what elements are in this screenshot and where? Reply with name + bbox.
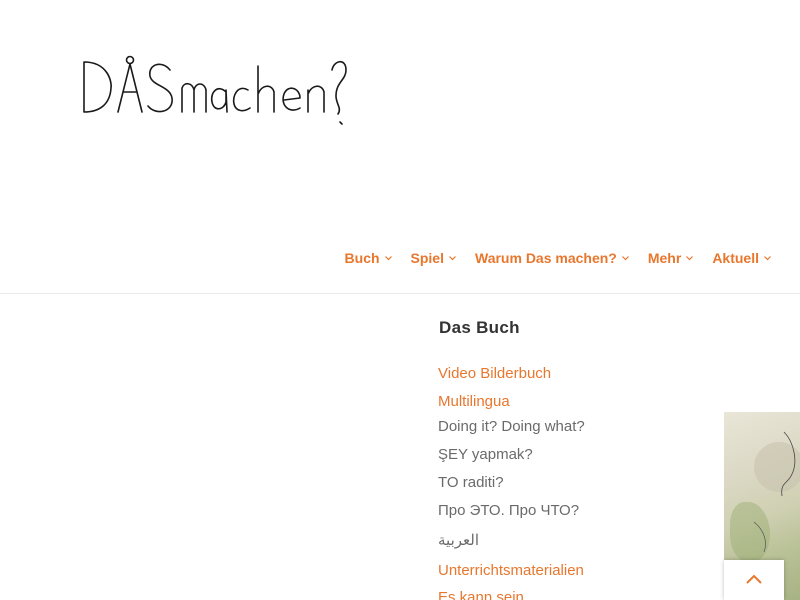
- nav-item-label: Buch: [344, 250, 380, 266]
- nav-item-label: Aktuell: [712, 250, 759, 266]
- nav-item-warum[interactable]: Warum Das machen?: [475, 248, 629, 268]
- chevron-down-icon: [621, 255, 629, 261]
- chevron-down-icon: [384, 255, 392, 261]
- widget-title: Das Buch: [439, 318, 520, 337]
- logo-handwriting: [83, 55, 347, 125]
- site-logo[interactable]: [78, 52, 350, 128]
- sidebar-widget: Das Buch: [438, 318, 738, 338]
- nav-item-spiel[interactable]: Spiel: [410, 248, 456, 268]
- nav-item-label: Mehr: [647, 250, 682, 266]
- link-es-kann-sein[interactable]: Es kann sein: [438, 589, 524, 600]
- chevron-down-icon: [686, 255, 694, 261]
- link-arabic[interactable]: العربية: [438, 531, 479, 549]
- nav-item-aktuell[interactable]: Aktuell: [712, 248, 771, 268]
- chevron-down-icon: [449, 255, 456, 261]
- link-multilingua[interactable]: Multilingua: [438, 393, 510, 410]
- chevron-up-icon: [746, 571, 762, 589]
- header-divider: [0, 293, 800, 294]
- link-video-bilderbuch[interactable]: Video Bilderbuch: [438, 365, 551, 382]
- nav-item-label: Spiel: [410, 250, 444, 266]
- link-pro-eto[interactable]: Про ЭТО. Про ЧТО?: [438, 502, 579, 519]
- nav-item-label: Warum Das machen?: [475, 250, 617, 266]
- scroll-to-top-button[interactable]: [724, 560, 784, 600]
- main-navigation: Buch Spiel Warum Das machen? Mehr Aktuel…: [344, 248, 771, 268]
- nav-item-mehr[interactable]: Mehr: [647, 248, 694, 268]
- link-doing-it[interactable]: Doing it? Doing what?: [438, 418, 585, 435]
- nav-item-buch[interactable]: Buch: [344, 248, 392, 268]
- link-to-raditi[interactable]: TO raditi?: [438, 474, 504, 491]
- link-sey-yapmak[interactable]: ŞEY yapmak?: [438, 446, 533, 463]
- chevron-down-icon: [764, 255, 771, 261]
- link-unterrichtsmaterialien[interactable]: Unterrichtsmaterialien: [438, 562, 584, 579]
